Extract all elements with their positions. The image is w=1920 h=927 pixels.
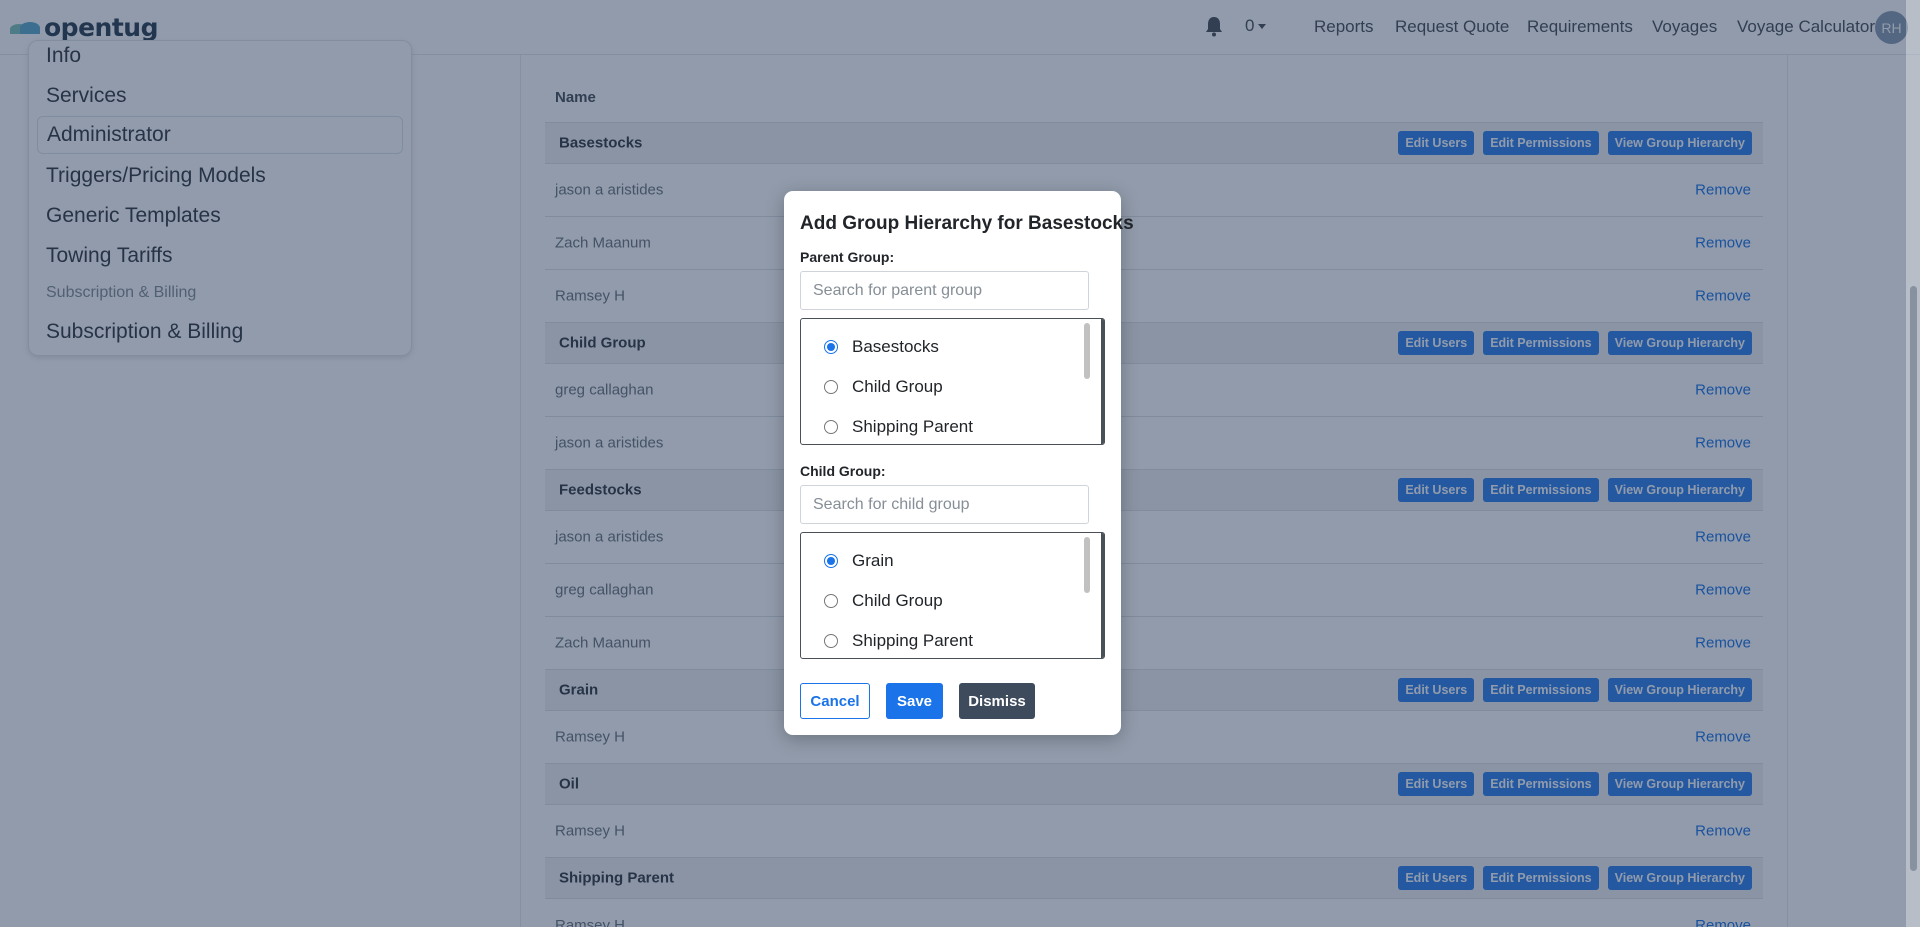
parent-option-child-group[interactable]: Child Group (824, 377, 943, 397)
parent-option-shipping-parent[interactable]: Shipping Parent (824, 417, 973, 437)
options-edge (1101, 319, 1104, 444)
option-label: Grain (852, 551, 894, 570)
radio-button[interactable] (824, 594, 838, 608)
radio-button-checked[interactable] (824, 340, 838, 354)
child-group-options[interactable]: Grain Child Group Shipping Parent (800, 532, 1105, 659)
options-edge (1101, 533, 1104, 658)
modal-title: Add Group Hierarchy for Basestocks (800, 213, 1134, 234)
options-scrollbar-thumb[interactable] (1084, 537, 1090, 593)
radio-button[interactable] (824, 380, 838, 394)
option-label: Child Group (852, 591, 943, 610)
radio-button[interactable] (824, 420, 838, 434)
child-group-search-input[interactable] (800, 485, 1089, 524)
page-scrollbar-thumb[interactable] (1910, 286, 1917, 871)
parent-option-basestocks[interactable]: Basestocks (824, 337, 939, 357)
dismiss-button[interactable]: Dismiss (959, 683, 1035, 719)
options-scrollbar-thumb[interactable] (1084, 323, 1090, 379)
option-label: Shipping Parent (852, 417, 973, 436)
parent-group-label: Parent Group: (800, 249, 895, 265)
add-group-hierarchy-modal: Add Group Hierarchy for Basestocks Paren… (784, 191, 1134, 735)
parent-group-options[interactable]: Basestocks Child Group Shipping Parent (800, 318, 1105, 445)
cancel-button[interactable]: Cancel (800, 683, 870, 719)
option-label: Basestocks (852, 337, 939, 356)
child-option-shipping-parent[interactable]: Shipping Parent (824, 631, 973, 651)
child-option-child-group[interactable]: Child Group (824, 591, 943, 611)
child-group-label: Child Group: (800, 463, 886, 479)
radio-button-checked[interactable] (824, 554, 838, 568)
option-label: Child Group (852, 377, 943, 396)
parent-group-search-input[interactable] (800, 271, 1089, 310)
option-label: Shipping Parent (852, 631, 973, 650)
child-option-grain[interactable]: Grain (824, 551, 894, 571)
save-button[interactable]: Save (886, 683, 943, 719)
radio-button[interactable] (824, 634, 838, 648)
